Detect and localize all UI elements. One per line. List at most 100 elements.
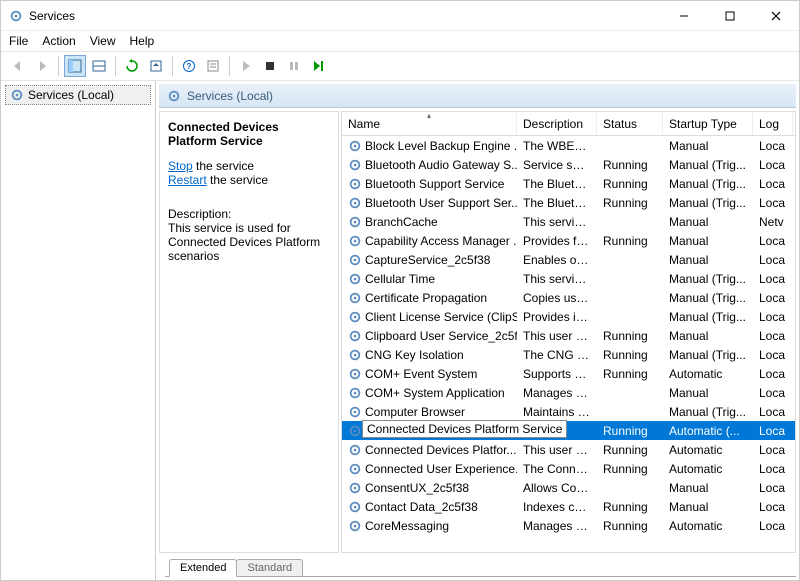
service-row[interactable]: BranchCacheThis service ...ManualNetv (342, 212, 795, 231)
menu-action[interactable]: Action (42, 34, 75, 48)
show-hide-tree-button[interactable] (64, 55, 86, 77)
forward-button[interactable] (31, 55, 53, 77)
cell-description: This service ... (517, 215, 597, 229)
service-row[interactable]: COM+ System ApplicationManages th...Manu… (342, 383, 795, 402)
service-row[interactable]: Client License Service (ClipS...Provides… (342, 307, 795, 326)
service-row[interactable]: Certificate PropagationCopies user ...Ma… (342, 288, 795, 307)
cell-name: Block Level Backup Engine ... (342, 139, 517, 153)
cell-logon: Loca (753, 386, 793, 400)
service-row[interactable]: Connected User Experience...The Connec..… (342, 459, 795, 478)
window-title: Services (29, 9, 75, 23)
cell-startup: Automatic (663, 462, 753, 476)
list-body[interactable]: Block Level Backup Engine ...The WBENG..… (342, 136, 795, 552)
cell-startup: Manual (663, 386, 753, 400)
service-row[interactable]: Bluetooth Audio Gateway S...Service sup.… (342, 155, 795, 174)
column-status[interactable]: Status (597, 112, 663, 135)
close-button[interactable] (753, 1, 799, 31)
cell-description: The Blueto... (517, 177, 597, 191)
show-hide-console-button[interactable] (88, 55, 110, 77)
cell-logon: Loca (753, 234, 793, 248)
service-row[interactable]: Clipboard User Service_2c5f...This user … (342, 326, 795, 345)
menu-help[interactable]: Help (130, 34, 155, 48)
cell-status: Running (597, 329, 663, 343)
help-button[interactable]: ? (178, 55, 200, 77)
column-description[interactable]: Description (517, 112, 597, 135)
cell-name: Certificate Propagation (342, 291, 517, 305)
export-list-button[interactable] (145, 55, 167, 77)
service-row[interactable]: Computer BrowserMaintains a...Manual (Tr… (342, 402, 795, 421)
cell-startup: Manual (Trig... (663, 348, 753, 362)
cell-logon: Loca (753, 272, 793, 286)
gear-icon (348, 291, 362, 305)
cell-startup: Manual (663, 139, 753, 153)
service-row[interactable]: COM+ Event SystemSupports Sy...RunningAu… (342, 364, 795, 383)
restart-service-button[interactable] (307, 55, 329, 77)
cell-logon: Loca (753, 481, 793, 495)
service-row[interactable]: CNG Key IsolationThe CNG ke...RunningMan… (342, 345, 795, 364)
service-row[interactable]: Contact Data_2c5f38Indexes con...Running… (342, 497, 795, 516)
service-row[interactable]: ConsentUX_2c5f38Allows Con...ManualLoca (342, 478, 795, 497)
toolbar: ? (1, 51, 799, 81)
cell-description: Supports Sy... (517, 367, 597, 381)
cell-logon: Loca (753, 367, 793, 381)
app-icon (9, 9, 23, 23)
cell-status: Running (597, 424, 663, 438)
gear-icon (348, 329, 362, 343)
stop-service-link-line: Stop the service (168, 159, 330, 173)
cell-status: Running (597, 348, 663, 362)
cell-name: Connected User Experience... (342, 462, 517, 476)
service-row[interactable]: CaptureService_2c5f38Enables opti...Manu… (342, 250, 795, 269)
description-text: This service is used for Connected Devic… (168, 221, 330, 263)
cell-name: COM+ Event System (342, 367, 517, 381)
gear-icon (348, 139, 362, 153)
cell-logon: Loca (753, 424, 793, 438)
cell-description: The WBENG... (517, 139, 597, 153)
tree-root-label: Services (Local) (28, 88, 114, 102)
column-startup-type[interactable]: Startup Type (663, 112, 753, 135)
cell-logon: Loca (753, 443, 793, 457)
menu-file[interactable]: File (9, 34, 28, 48)
tree-root-services-local[interactable]: Services (Local) (5, 85, 151, 105)
selected-service-name: Connected Devices Platform Service (168, 120, 330, 149)
cell-status: Running (597, 196, 663, 210)
service-row[interactable]: Cellular TimeThis service ...Manual (Tri… (342, 269, 795, 288)
stop-service-link[interactable]: Stop (168, 159, 193, 173)
cell-status: Running (597, 158, 663, 172)
gear-icon (348, 348, 362, 362)
properties-button[interactable] (202, 55, 224, 77)
gear-icon (348, 310, 362, 324)
cell-logon: Loca (753, 291, 793, 305)
refresh-button[interactable] (121, 55, 143, 77)
restart-service-link[interactable]: Restart (168, 173, 207, 187)
stop-service-button[interactable] (259, 55, 281, 77)
svg-text:?: ? (187, 62, 192, 71)
cell-logon: Loca (753, 500, 793, 514)
pause-service-button[interactable] (283, 55, 305, 77)
service-row[interactable]: Bluetooth User Support Ser...The Blueto.… (342, 193, 795, 212)
service-row[interactable]: CoreMessagingManages co...RunningAutomat… (342, 516, 795, 535)
menu-view[interactable]: View (90, 34, 116, 48)
service-row[interactable]: Bluetooth Support ServiceThe Blueto...Ru… (342, 174, 795, 193)
cell-name: ConsentUX_2c5f38 (342, 481, 517, 495)
cell-description: This user ser... (517, 443, 597, 457)
cell-name: BranchCache (342, 215, 517, 229)
start-service-button[interactable] (235, 55, 257, 77)
cell-startup: Automatic (... (663, 424, 753, 438)
column-logon[interactable]: Log (753, 112, 793, 135)
cell-startup: Manual (663, 481, 753, 495)
column-name[interactable]: Name ▴ (342, 112, 517, 135)
service-row[interactable]: Block Level Backup Engine ...The WBENG..… (342, 136, 795, 155)
cell-status: Running (597, 234, 663, 248)
tab-standard[interactable]: Standard (236, 559, 303, 577)
gear-icon (348, 386, 362, 400)
maximize-button[interactable] (707, 1, 753, 31)
tab-extended[interactable]: Extended (169, 559, 237, 577)
cell-logon: Loca (753, 329, 793, 343)
cell-description: This user ser... (517, 329, 597, 343)
service-row[interactable]: Connected Devices Platfor...This user se… (342, 440, 795, 459)
service-row[interactable]: Capability Access Manager ...Provides fa… (342, 231, 795, 250)
gear-icon (348, 215, 362, 229)
minimize-button[interactable] (661, 1, 707, 31)
back-button[interactable] (7, 55, 29, 77)
cell-description: Maintains a... (517, 405, 597, 419)
